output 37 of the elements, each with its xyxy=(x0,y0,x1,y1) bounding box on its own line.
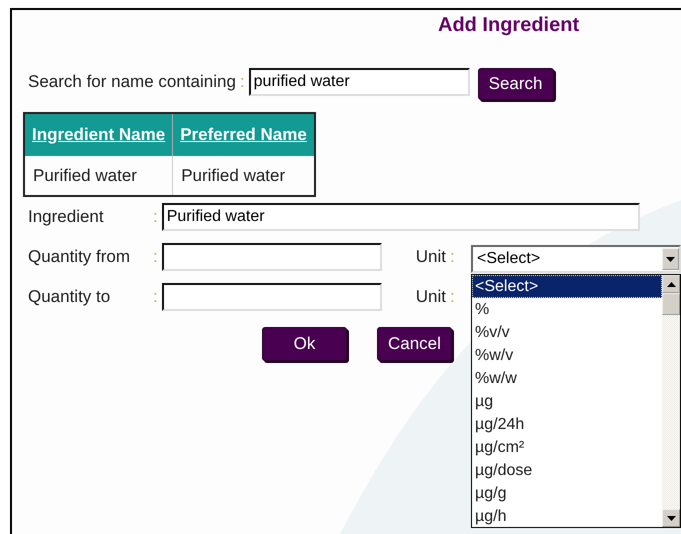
list-option[interactable]: %w/v xyxy=(472,344,662,367)
separator: : xyxy=(153,286,158,308)
unit-options-list[interactable]: <Select> % %v/v %w/v %w/w µg µg/24h µg/cm² µg/dose µg/g µg/h xyxy=(471,274,681,528)
search-label: Search for name containing xyxy=(28,71,236,94)
list-option[interactable]: µg/24h xyxy=(472,413,662,436)
unit-label: Unit xyxy=(416,286,446,308)
table-cell: Purified water xyxy=(24,156,173,196)
list-option[interactable]: µg/h xyxy=(472,505,662,528)
search-field[interactable]: purified water xyxy=(248,68,470,96)
input-field[interactable]: Purified water xyxy=(162,203,640,231)
separator: : xyxy=(153,206,158,228)
separator: : xyxy=(153,246,158,268)
list-option[interactable]: µg/dose xyxy=(472,459,662,482)
input-field[interactable] xyxy=(162,283,382,311)
field-label: Quantity from xyxy=(28,246,132,268)
table-cell: Purified water xyxy=(172,156,315,196)
list-option[interactable]: µg/cm² xyxy=(472,436,662,459)
ok-button[interactable]: Ok xyxy=(262,327,347,361)
unit-label: Unit xyxy=(416,246,446,268)
list-option[interactable]: %w/w xyxy=(472,367,662,390)
field-label: Ingredient xyxy=(28,206,105,228)
list-option[interactable]: % xyxy=(472,298,662,321)
unit-dropdown[interactable]: <Select> xyxy=(471,245,681,273)
list-option[interactable]: %v/v xyxy=(472,321,662,344)
field-label: Quantity to xyxy=(28,286,112,308)
search-button[interactable]: Search xyxy=(478,68,554,100)
list-option[interactable]: <Select> xyxy=(472,275,662,298)
scrollbar[interactable] xyxy=(662,275,680,527)
separator: : xyxy=(240,71,245,94)
cancel-button[interactable]: Cancel xyxy=(377,327,452,361)
list-option[interactable]: µg xyxy=(472,390,662,413)
list-option[interactable]: µg/g xyxy=(472,482,662,505)
page-title: Add Ingredient xyxy=(438,13,580,38)
scrollbar-thumb[interactable] xyxy=(662,293,680,315)
separator: : xyxy=(450,286,455,308)
input-field[interactable] xyxy=(162,243,382,271)
separator: : xyxy=(450,246,455,268)
